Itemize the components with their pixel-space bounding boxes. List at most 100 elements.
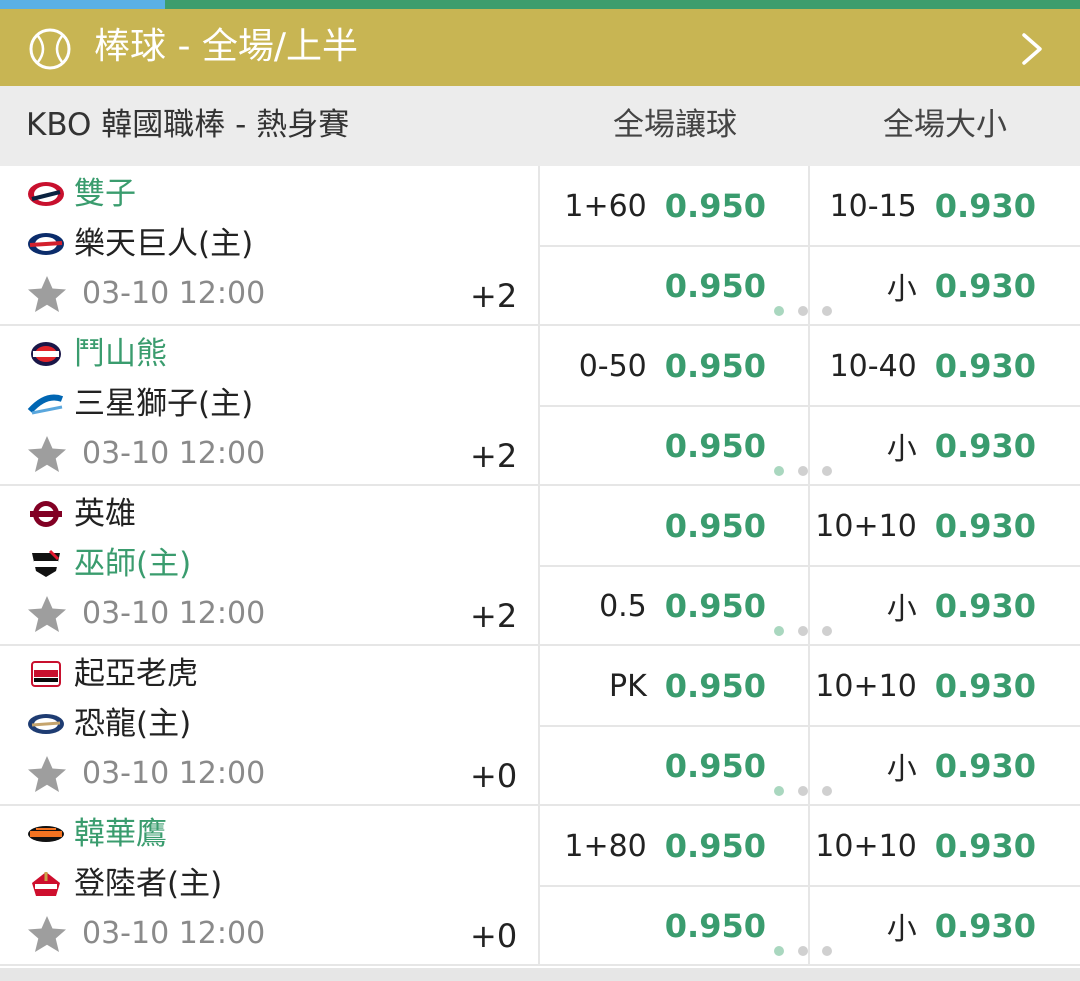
match-meta: 03-10 12:00 xyxy=(26,432,265,476)
handicap-odds-cell[interactable]: 0.950 xyxy=(540,886,766,966)
favorite-star-icon[interactable] xyxy=(26,754,68,794)
team-name: 恐龍(主) xyxy=(74,706,192,742)
favorite-star-icon[interactable] xyxy=(26,274,68,314)
overunder-column-header: 全場大小 xyxy=(883,107,1007,143)
match-time: 03-10 12:00 xyxy=(82,276,266,311)
handicap-odds-cell[interactable]: 0-50 0.950 xyxy=(540,326,766,406)
page-dot xyxy=(774,626,784,636)
page-dot xyxy=(822,946,832,956)
handicap-odds-cell[interactable]: 0.950 xyxy=(540,246,766,326)
giants-logo xyxy=(28,233,64,255)
handicap-odds-cell[interactable]: 0.950 xyxy=(540,406,766,486)
match-meta: 03-10 12:00 xyxy=(26,592,265,636)
baseball-icon xyxy=(29,28,71,70)
overunder-odds: 0.930 xyxy=(934,187,1036,225)
overunder-odds: 0.930 xyxy=(934,667,1036,705)
match-time: 03-10 12:00 xyxy=(82,756,266,791)
match-teams[interactable]: 起亞老虎恐龍(主) 03-10 12:00 +0 xyxy=(0,646,538,806)
handicap-odds-cell[interactable]: 0.950 xyxy=(540,486,766,566)
favorite-star-icon[interactable] xyxy=(26,434,68,474)
handicap-odds-cell[interactable]: PK 0.950 xyxy=(540,646,766,726)
overunder-odds: 0.930 xyxy=(934,507,1036,545)
match-meta: 03-10 12:00 xyxy=(26,912,265,956)
away-team: 韓華鷹 xyxy=(26,812,167,856)
page-dot xyxy=(822,626,832,636)
overunder-odds: 0.930 xyxy=(934,267,1036,305)
more-markets-count[interactable]: +2 xyxy=(470,594,517,638)
top-tab-strip xyxy=(0,0,1080,9)
favorite-star-icon[interactable] xyxy=(26,594,68,634)
handicap-odds: 0.950 xyxy=(664,507,766,545)
overunder-odds-cell[interactable]: 小 0.930 xyxy=(810,246,1036,326)
handicap-line: PK xyxy=(609,668,647,704)
page-dot xyxy=(798,626,808,636)
landers-logo xyxy=(32,872,60,896)
overunder-odds-cell[interactable]: 10+10 0.930 xyxy=(810,806,1036,886)
match-meta: 03-10 12:00 xyxy=(26,752,265,796)
home-team: 樂天巨人(主) xyxy=(26,222,253,266)
match-teams[interactable]: 英雄 巫師(主) 03-10 12:00 +2 xyxy=(0,486,538,646)
handicap-odds: 0.950 xyxy=(664,827,766,865)
away-team: 雙子 xyxy=(26,172,136,216)
page-indicator xyxy=(774,946,834,958)
home-team: 巫師(主) xyxy=(26,542,191,586)
handicap-odds-cell[interactable]: 0.950 xyxy=(540,726,766,806)
handicap-odds-cell[interactable]: 1+80 0.950 xyxy=(540,806,766,886)
away-team: 鬥山熊 xyxy=(26,332,167,376)
match-time: 03-10 12:00 xyxy=(82,916,266,951)
overunder-odds-cell[interactable]: 小 0.930 xyxy=(810,406,1036,486)
lions-logo xyxy=(27,394,64,415)
match-time: 03-10 12:00 xyxy=(82,596,266,631)
handicap-odds-cell[interactable]: 1+60 0.950 xyxy=(540,166,766,246)
overunder-odds-cell[interactable]: 10-15 0.930 xyxy=(810,166,1036,246)
handicap-line: 1+80 xyxy=(564,828,647,864)
match-row: 韓華鷹登陸者(主) 03-10 12:00 +0 1+80 0.950 0.950 10+1… xyxy=(0,806,1080,966)
overunder-line: 小 xyxy=(886,592,917,627)
handicap-odds: 0.950 xyxy=(664,187,766,225)
home-team: 三星獅子(主) xyxy=(26,382,253,426)
match-row: 鬥山熊三星獅子(主) 03-10 12:00 +2 0-50 0.950 0.950 10-… xyxy=(0,326,1080,486)
eagles-logo xyxy=(28,826,64,842)
match-teams[interactable]: 雙子樂天巨人(主) 03-10 12:00 +2 xyxy=(0,166,538,326)
sport-header[interactable]: 棒球 - 全場/上半 xyxy=(0,9,1080,86)
more-markets-count[interactable]: +2 xyxy=(470,274,517,318)
overunder-odds: 0.930 xyxy=(934,587,1036,625)
page-dot xyxy=(798,466,808,476)
overunder-odds-cell[interactable]: 小 0.930 xyxy=(810,886,1036,966)
handicap-odds: 0.950 xyxy=(664,747,766,785)
overunder-odds-cell[interactable]: 小 0.930 xyxy=(810,726,1036,806)
handicap-odds: 0.950 xyxy=(664,427,766,465)
team-name: 韓華鷹 xyxy=(74,816,167,852)
more-markets-count[interactable]: +0 xyxy=(470,914,517,958)
page-indicator xyxy=(774,626,834,638)
page-dot xyxy=(774,306,784,316)
handicap-odds: 0.950 xyxy=(664,587,766,625)
overunder-odds-cell[interactable]: 10+10 0.930 xyxy=(810,486,1036,566)
match-row: 雙子樂天巨人(主) 03-10 12:00 +2 1+60 0.950 0.950 10-1… xyxy=(0,166,1080,326)
handicap-odds-cell[interactable]: 0.5 0.950 xyxy=(540,566,766,646)
overunder-line: 10-15 xyxy=(829,188,917,224)
chevron-right-icon[interactable] xyxy=(1014,31,1048,67)
overunder-odds: 0.930 xyxy=(934,747,1036,785)
match-meta: 03-10 12:00 xyxy=(26,272,265,316)
league-name: KBO 韓國職棒 - 熱身賽 xyxy=(26,107,350,143)
overunder-odds-cell[interactable]: 10-40 0.930 xyxy=(810,326,1036,406)
overunder-odds: 0.930 xyxy=(934,907,1036,945)
wiz-logo xyxy=(32,549,60,577)
page-dot xyxy=(774,786,784,796)
handicap-odds: 0.950 xyxy=(664,907,766,945)
match-time: 03-10 12:00 xyxy=(82,436,266,471)
tigers-logo xyxy=(31,661,61,687)
page-indicator xyxy=(774,466,834,478)
overunder-odds-cell[interactable]: 10+10 0.930 xyxy=(810,646,1036,726)
away-team: 起亞老虎 xyxy=(26,652,198,696)
handicap-column-header: 全場讓球 xyxy=(613,107,737,143)
match-teams[interactable]: 韓華鷹登陸者(主) 03-10 12:00 +0 xyxy=(0,806,538,966)
favorite-star-icon[interactable] xyxy=(26,914,68,954)
team-name: 登陸者(主) xyxy=(74,866,223,902)
more-markets-count[interactable]: +0 xyxy=(470,754,517,798)
overunder-odds-cell[interactable]: 小 0.930 xyxy=(810,566,1036,646)
match-teams[interactable]: 鬥山熊三星獅子(主) 03-10 12:00 +2 xyxy=(0,326,538,486)
more-markets-count[interactable]: +2 xyxy=(470,434,517,478)
page-dot xyxy=(798,786,808,796)
